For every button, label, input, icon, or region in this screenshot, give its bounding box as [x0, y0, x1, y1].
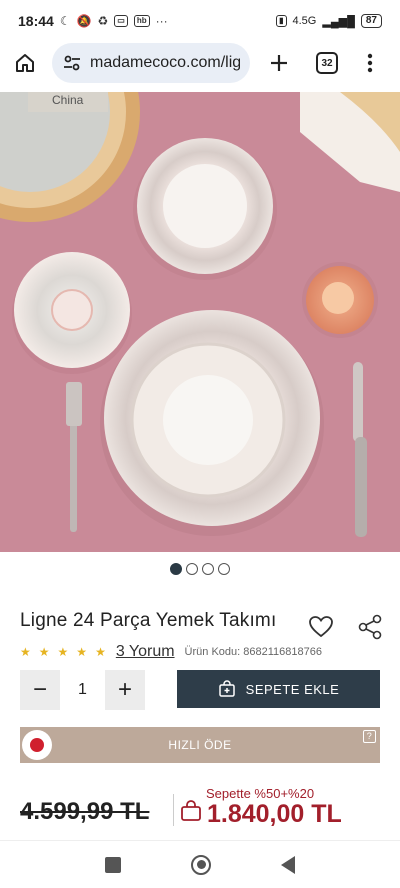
carousel-dot[interactable]: [170, 563, 182, 575]
site-settings-icon[interactable]: [62, 53, 82, 73]
price-divider: [173, 794, 174, 826]
help-icon[interactable]: ?: [363, 730, 376, 743]
quick-pay-label: HIZLI ÖDE: [168, 738, 232, 752]
quick-pay-logo-icon: [22, 730, 52, 760]
basket-discount-text: Sepette %50+%20: [206, 786, 315, 801]
add-to-cart-button[interactable]: SEPETE EKLE: [177, 670, 380, 708]
status-time: 18:44: [18, 13, 54, 29]
rating-row: ★ ★ ★ ★ ★ 3 Yorum Ürün Kodu: 86821168187…: [20, 642, 322, 662]
carousel-dot[interactable]: [202, 563, 214, 575]
bell-off-icon: 🔕: [76, 14, 92, 28]
decrease-quantity-button[interactable]: −: [20, 670, 60, 710]
favorite-button[interactable]: [308, 614, 334, 640]
tab-switcher-button[interactable]: 32: [316, 52, 338, 74]
browser-toolbar: madamecoco.com/lig 32: [0, 42, 400, 84]
star-icon: ★: [57, 645, 69, 659]
quantity-stepper: − 1 +: [20, 670, 145, 710]
discounted-price: 1.840,00 TL: [207, 800, 342, 828]
share-icon: [358, 614, 382, 640]
product-code: Ürün Kodu: 8682116818766: [184, 646, 322, 658]
add-to-bag-icon: [218, 680, 235, 697]
moon-icon: ☾: [59, 14, 71, 28]
quick-pay-button[interactable]: HIZLI ÖDE ?: [20, 727, 380, 763]
star-icon: ★: [20, 645, 31, 659]
product-photo: China: [0, 92, 400, 552]
system-navigation-bar: [0, 840, 400, 888]
star-icon: ★: [95, 645, 106, 659]
share-button[interactable]: [358, 614, 382, 640]
shopping-bag-icon: [181, 800, 201, 821]
home-button[interactable]: [10, 48, 40, 78]
star-icon: ★: [76, 645, 88, 659]
quantity-value[interactable]: 1: [60, 681, 105, 699]
carousel-indicators: [0, 563, 400, 575]
reviews-link[interactable]: 3 Yorum: [116, 643, 175, 661]
more-notifications-icon: ···: [155, 14, 168, 28]
browser-menu-button[interactable]: [362, 48, 378, 78]
recent-apps-button[interactable]: [105, 856, 121, 873]
hb-icon: hb: [133, 15, 150, 27]
heart-icon: [309, 616, 333, 638]
product-title: Ligne 24 Parça Yemek Takımı: [20, 610, 277, 631]
new-tab-button[interactable]: [264, 48, 294, 78]
url-text: madamecoco.com/lig: [90, 54, 240, 71]
signal-icon: ▂▄▆█: [322, 15, 355, 28]
status-bar: 18:44 ☾ 🔕 ♻ ▭ hb ··· ▮ 4.5G ▂▄▆█ 87: [0, 0, 400, 42]
recycle-icon: ♻: [97, 14, 109, 28]
carousel-dot[interactable]: [186, 563, 198, 575]
old-price: 4.599,99 TL: [20, 798, 150, 825]
network-label: 4.5G: [292, 15, 317, 27]
star-icon: ★: [38, 645, 50, 659]
plus-icon: [271, 55, 287, 71]
product-image[interactable]: China: [0, 92, 400, 552]
home-nav-button[interactable]: [191, 854, 211, 875]
more-vert-icon: [367, 53, 373, 73]
china-text: China: [52, 93, 84, 107]
app-badge-icon: ▭: [114, 15, 128, 27]
add-to-cart-label: SEPETE EKLE: [245, 681, 340, 697]
back-button[interactable]: [281, 855, 295, 874]
battery-icon: 87: [360, 14, 382, 28]
address-bar[interactable]: madamecoco.com/lig: [52, 43, 250, 83]
star-rating: ★ ★ ★ ★ ★: [20, 645, 106, 659]
volte-icon: ▮: [276, 15, 287, 27]
home-icon: [16, 54, 34, 72]
increase-quantity-button[interactable]: +: [105, 670, 145, 710]
carousel-dot[interactable]: [218, 563, 230, 575]
price-row: 4.599,99 TL Sepette %50+%20 1.840,00 TL: [0, 784, 400, 836]
